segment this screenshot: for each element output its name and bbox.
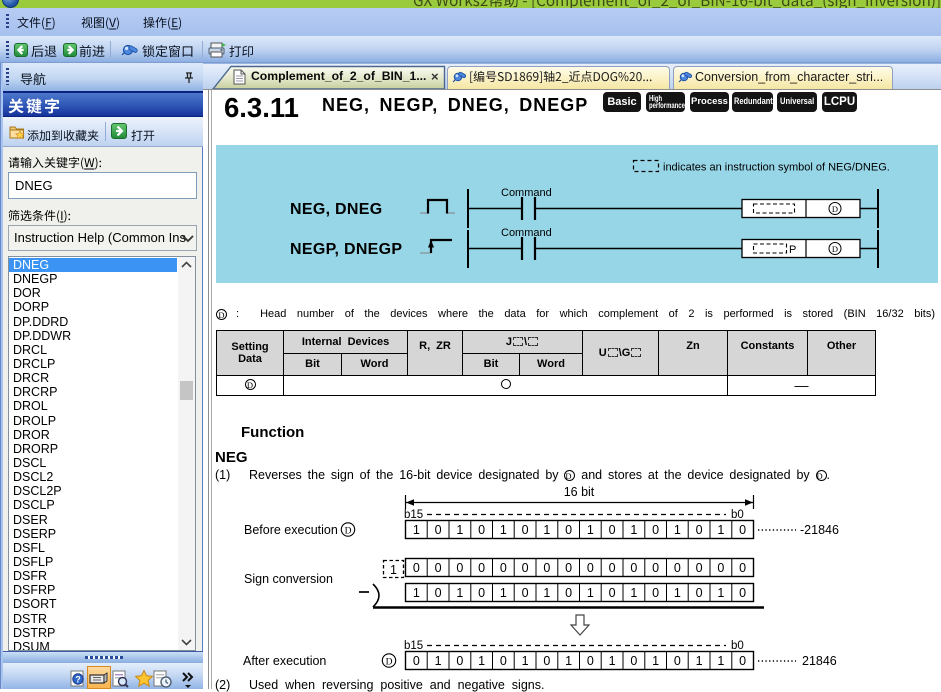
svg-text:1: 1: [413, 586, 420, 600]
svg-text:NEG, DNEG: NEG, DNEG: [290, 201, 383, 218]
svg-text:1: 1: [435, 654, 442, 668]
svg-text:0: 0: [543, 561, 550, 575]
svg-text:1: 1: [587, 586, 594, 600]
svg-text:0: 0: [522, 523, 529, 537]
svg-text:0: 0: [565, 523, 572, 537]
svg-text:1: 1: [674, 586, 681, 600]
svg-text:1: 1: [522, 654, 529, 668]
svg-text:0: 0: [652, 586, 659, 600]
svg-text:0: 0: [652, 523, 659, 537]
svg-text:0: 0: [543, 654, 550, 668]
svg-text:0: 0: [500, 561, 507, 575]
svg-text:1: 1: [456, 586, 463, 600]
svg-text:1: 1: [630, 586, 637, 600]
svg-text:0: 0: [696, 561, 703, 575]
svg-text:b0: b0: [731, 640, 744, 652]
svg-text:0: 0: [609, 561, 616, 575]
svg-text:0: 0: [478, 523, 485, 537]
svg-text:D: D: [832, 204, 838, 214]
svg-text:Command: Command: [501, 187, 552, 199]
svg-text:0: 0: [478, 561, 485, 575]
svg-text:0: 0: [696, 523, 703, 537]
svg-text:0: 0: [652, 561, 659, 575]
svg-text:1: 1: [478, 654, 485, 668]
svg-text:0: 0: [413, 654, 420, 668]
svg-text:1: 1: [674, 523, 681, 537]
svg-text:0: 0: [522, 561, 529, 575]
svg-text:0: 0: [739, 654, 746, 668]
svg-text:1: 1: [652, 654, 659, 668]
svg-text:0: 0: [609, 586, 616, 600]
svg-text:b15: b15: [404, 509, 423, 521]
svg-text:1: 1: [543, 523, 550, 537]
svg-text:0: 0: [630, 561, 637, 575]
svg-text:1: 1: [630, 523, 637, 537]
svg-text:0: 0: [478, 586, 485, 600]
svg-text:1: 1: [390, 563, 397, 577]
svg-text:Command: Command: [501, 227, 552, 239]
svg-text:16 bit: 16 bit: [564, 485, 595, 499]
svg-text:0: 0: [587, 654, 594, 668]
svg-text:1: 1: [587, 523, 594, 537]
svg-text:After execution: After execution: [243, 654, 326, 668]
svg-text:1: 1: [413, 523, 420, 537]
svg-text:1: 1: [500, 523, 507, 537]
svg-text:D: D: [386, 657, 393, 667]
svg-text:0: 0: [630, 654, 637, 668]
svg-text:0: 0: [456, 654, 463, 668]
svg-text:0: 0: [435, 586, 442, 600]
svg-text:-21846: -21846: [800, 523, 839, 537]
svg-text:0: 0: [609, 523, 616, 537]
svg-text:Sign conversion: Sign conversion: [244, 572, 333, 586]
svg-text:0: 0: [717, 561, 724, 575]
svg-text:0: 0: [739, 561, 746, 575]
svg-text:0: 0: [739, 523, 746, 537]
svg-text:0: 0: [413, 561, 420, 575]
svg-text:0: 0: [674, 654, 681, 668]
svg-text:Before execution: Before execution: [244, 523, 338, 537]
svg-text:0: 0: [565, 561, 572, 575]
svg-text:0: 0: [587, 561, 594, 575]
svg-text:indicates an instruction symbo: indicates an instruction symbol of NEG/D…: [663, 162, 890, 174]
svg-text:21846: 21846: [802, 654, 837, 668]
svg-text:0: 0: [696, 586, 703, 600]
svg-text:1: 1: [456, 523, 463, 537]
svg-text:b0: b0: [731, 509, 744, 521]
svg-text:b15: b15: [404, 640, 423, 652]
svg-text:0: 0: [739, 586, 746, 600]
svg-text:0: 0: [522, 586, 529, 600]
svg-text:1: 1: [717, 523, 724, 537]
svg-text:1: 1: [543, 586, 550, 600]
svg-text:P: P: [789, 244, 796, 256]
svg-text:0: 0: [435, 523, 442, 537]
svg-text:1: 1: [696, 654, 703, 668]
svg-text:0: 0: [500, 654, 507, 668]
svg-text:D: D: [832, 244, 838, 254]
svg-text:1: 1: [717, 654, 724, 668]
svg-text:0: 0: [456, 561, 463, 575]
svg-text:0: 0: [565, 586, 572, 600]
svg-text:?: ?: [75, 674, 81, 684]
svg-text:1: 1: [609, 654, 616, 668]
svg-text:1: 1: [565, 654, 572, 668]
svg-text:0: 0: [674, 561, 681, 575]
svg-text:1: 1: [500, 586, 507, 600]
svg-text:1: 1: [717, 586, 724, 600]
svg-text:NEGP, DNEGP: NEGP, DNEGP: [290, 241, 402, 258]
svg-text:0: 0: [435, 561, 442, 575]
svg-text:D: D: [345, 526, 352, 536]
